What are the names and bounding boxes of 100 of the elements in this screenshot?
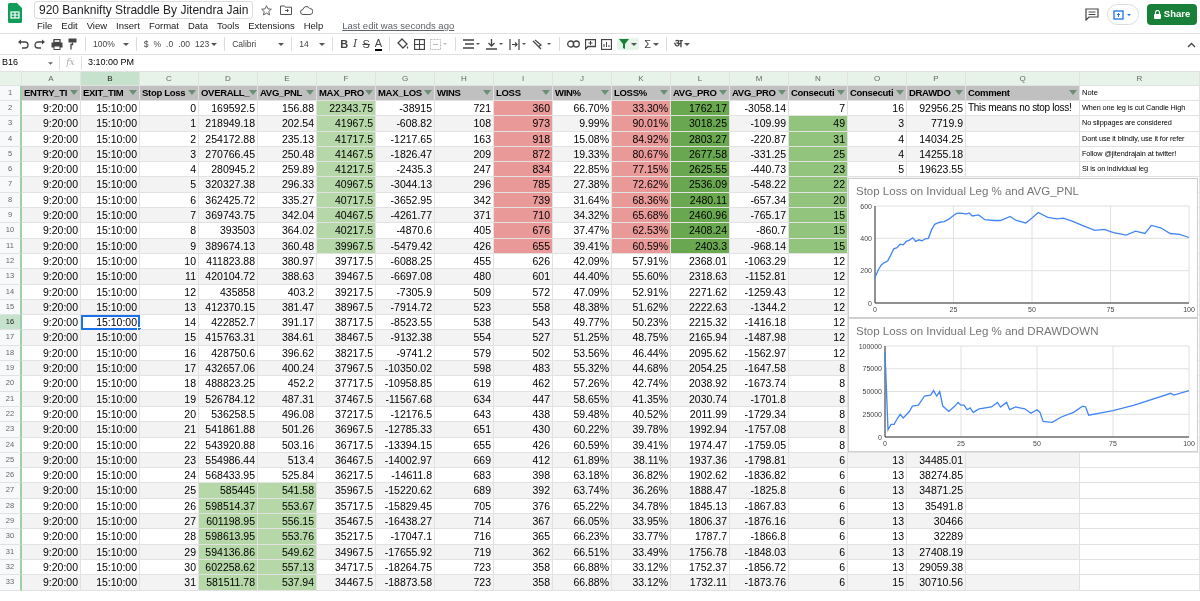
star-icon[interactable]: [261, 4, 273, 16]
table-cell: 388.63: [258, 269, 317, 285]
table-cell: 15:10:00: [81, 223, 140, 239]
caret-icon[interactable]: [122, 42, 129, 46]
text-color-button[interactable]: A: [374, 37, 383, 51]
comment-icon[interactable]: [1085, 8, 1099, 21]
table-cell: 9:20:00: [22, 376, 81, 392]
table-cell: 716: [435, 529, 494, 545]
column-letter[interactable]: M: [730, 72, 789, 86]
font-dropdown[interactable]: Calibri: [232, 37, 285, 51]
redo-icon[interactable]: [34, 39, 46, 49]
column-letter[interactable]: F: [317, 72, 376, 86]
table-cell: 21: [140, 422, 199, 438]
font-size-dropdown[interactable]: 14: [299, 37, 326, 51]
table-cell: 13: [848, 529, 907, 545]
functions-button[interactable]: Σ: [644, 35, 659, 53]
table-cell: 384.61: [258, 330, 317, 346]
menu-item[interactable]: Help: [303, 19, 324, 34]
column-letter[interactable]: J: [553, 72, 612, 86]
table-cell: 392: [494, 483, 553, 499]
menu-item[interactable]: View: [86, 19, 108, 34]
table-cell: 15:10:00: [81, 177, 140, 193]
menu-item[interactable]: Extensions: [248, 19, 295, 34]
table-cell: 9:20:00: [22, 422, 81, 438]
input-tools-dropdown[interactable]: अ: [673, 35, 690, 53]
italic-button[interactable]: I: [353, 35, 358, 53]
increase-decimal-button[interactable]: .00: [178, 37, 190, 51]
caret-icon[interactable]: [278, 42, 285, 46]
chart-icon[interactable]: [601, 38, 613, 50]
menu-item[interactable]: Edit: [61, 19, 78, 34]
column-letter[interactable]: O: [848, 72, 907, 86]
merge-cells-icon[interactable]: [430, 38, 449, 50]
column-letter[interactable]: E: [258, 72, 317, 86]
menu-item[interactable]: Format: [148, 19, 179, 34]
caret-icon[interactable]: [48, 61, 53, 65]
table-cell: 9.99%: [553, 116, 612, 132]
vertical-align-icon[interactable]: [486, 38, 505, 50]
table-cell: 7719.9: [907, 116, 966, 132]
paint-format-icon[interactable]: [68, 38, 78, 50]
caret-icon[interactable]: [631, 42, 638, 46]
filter-button[interactable]: [617, 38, 640, 50]
column-letter[interactable]: R: [1080, 72, 1200, 86]
fill-color-icon[interactable]: [397, 38, 410, 50]
text-wrap-icon[interactable]: [509, 38, 528, 50]
column-letter[interactable]: H: [435, 72, 494, 86]
table-cell: 710: [494, 208, 553, 224]
table-cell: 218949.18: [199, 116, 258, 132]
column-letter[interactable]: C: [140, 72, 199, 86]
column-letter[interactable]: A: [22, 72, 81, 86]
menu-item[interactable]: Data: [187, 19, 209, 34]
strikethrough-button[interactable]: S: [362, 35, 370, 53]
column-letter[interactable]: N: [789, 72, 848, 86]
text-rotation-icon[interactable]: [532, 38, 553, 50]
table-cell: 403.2: [258, 284, 317, 300]
table-cell: 503.16: [258, 437, 317, 453]
menu-item[interactable]: Insert: [116, 19, 140, 34]
number-format-dropdown[interactable]: 123: [194, 37, 218, 51]
column-letter[interactable]: D: [199, 72, 258, 86]
table-cell: 527: [494, 330, 553, 346]
collapse-icon[interactable]: [1187, 42, 1196, 48]
present-icon[interactable]: [1113, 9, 1133, 20]
align-icon[interactable]: [463, 39, 482, 49]
print-icon[interactable]: [51, 38, 63, 50]
table-cell: 11: [140, 269, 199, 285]
corner-cell[interactable]: [0, 72, 22, 86]
column-letter[interactable]: I: [494, 72, 553, 86]
link-icon[interactable]: [567, 40, 581, 48]
column-letter[interactable]: P: [907, 72, 966, 86]
column-header: Consecuti: [791, 86, 835, 100]
table-cell: 8: [789, 422, 848, 438]
column-letter[interactable]: L: [671, 72, 730, 86]
sheets-logo[interactable]: [8, 3, 22, 23]
caret-icon[interactable]: [211, 42, 218, 46]
column-letter[interactable]: Q: [966, 72, 1080, 86]
caret-icon[interactable]: [652, 42, 659, 46]
menu-item[interactable]: Tools: [217, 19, 240, 34]
column-letter[interactable]: G: [376, 72, 435, 86]
cloud-icon[interactable]: [300, 5, 314, 15]
document-title-field[interactable]: 920 Banknifty Straddle By Jitendra Jain: [34, 1, 254, 19]
comment-icon[interactable]: [585, 38, 597, 50]
column-letter[interactable]: K: [612, 72, 671, 86]
menu-item[interactable]: File: [37, 19, 53, 34]
borders-icon[interactable]: [414, 38, 426, 50]
undo-icon[interactable]: [17, 39, 29, 49]
caret-icon[interactable]: [319, 42, 326, 46]
last-edit-link[interactable]: Last edit was seconds ago: [342, 19, 455, 34]
table-cell: -109.99: [730, 116, 789, 132]
formula-field[interactable]: 3:10:00 PM: [88, 56, 135, 70]
name-box[interactable]: B16: [0, 56, 60, 70]
column-letter[interactable]: B: [81, 72, 140, 86]
table-cell[interactable]: 15:10:00: [81, 315, 140, 331]
filter-icon[interactable]: [249, 90, 258, 96]
decrease-decimal-button[interactable]: .0: [166, 37, 174, 51]
zoom-dropdown[interactable]: 100%: [93, 37, 129, 51]
percent-button[interactable]: %: [153, 37, 162, 51]
share-button[interactable]: Share: [1147, 4, 1197, 25]
bold-button[interactable]: B: [340, 35, 349, 53]
caret-icon[interactable]: [683, 42, 690, 46]
currency-button[interactable]: $: [143, 37, 149, 51]
folder-icon[interactable]: [280, 5, 293, 15]
